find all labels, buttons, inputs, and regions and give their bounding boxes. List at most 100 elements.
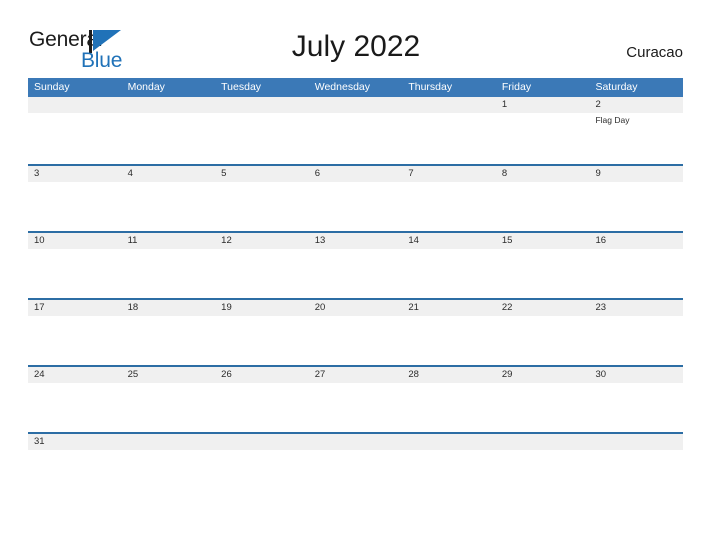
day-cell[interactable] [496, 182, 590, 233]
day-number[interactable]: 15 [496, 233, 590, 249]
calendar-week-row: 31 [28, 432, 683, 501]
day-number[interactable]: 9 [589, 166, 683, 182]
day-number[interactable]: 19 [215, 300, 309, 316]
day-cell[interactable] [215, 113, 309, 164]
day-number[interactable]: 18 [122, 300, 216, 316]
day-number-empty [589, 434, 683, 450]
day-cell[interactable] [122, 450, 216, 501]
day-number[interactable]: 1 [496, 97, 590, 113]
day-cell[interactable] [309, 316, 403, 367]
day-cell[interactable] [589, 383, 683, 434]
calendar-week-row: 24 25 26 27 28 29 30 [28, 365, 683, 434]
page-header: General Blue July 2022 Curacao [0, 0, 712, 78]
day-cell[interactable] [28, 182, 122, 233]
day-cell[interactable] [402, 113, 496, 164]
day-number[interactable]: 29 [496, 367, 590, 383]
weekday-header-sunday: Sunday [34, 81, 70, 93]
day-number[interactable]: 8 [496, 166, 590, 182]
day-number[interactable]: 2 [589, 97, 683, 113]
day-cell[interactable] [402, 249, 496, 300]
day-cell[interactable] [589, 450, 683, 501]
day-cell[interactable] [215, 450, 309, 501]
region-label: Curacao [626, 44, 683, 61]
day-number[interactable]: 26 [215, 367, 309, 383]
day-number-band: 24 25 26 27 28 29 30 [28, 367, 683, 383]
day-event-band [28, 316, 683, 367]
day-number[interactable]: 13 [309, 233, 403, 249]
day-number[interactable]: 5 [215, 166, 309, 182]
day-cell[interactable] [122, 383, 216, 434]
day-number[interactable]: 7 [402, 166, 496, 182]
day-number-empty [402, 97, 496, 113]
page-title: July 2022 [291, 30, 421, 63]
day-number[interactable]: 14 [402, 233, 496, 249]
day-number[interactable]: 20 [309, 300, 403, 316]
calendar-grid: Sunday Monday Tuesday Wednesday Thursday… [28, 78, 683, 501]
calendar-weeks: 1 2 Flag Day 3 4 5 6 7 8 9 10 11 12 13 14 15 16 17 18 19 20 2… [28, 97, 683, 501]
day-cell[interactable]: Flag Day [589, 113, 683, 164]
day-number[interactable]: 23 [589, 300, 683, 316]
day-number[interactable]: 28 [402, 367, 496, 383]
day-cell[interactable] [589, 182, 683, 233]
day-number[interactable]: 11 [122, 233, 216, 249]
day-cell[interactable] [496, 450, 590, 501]
day-number[interactable]: 4 [122, 166, 216, 182]
day-cell[interactable] [122, 113, 216, 164]
day-number-empty [309, 434, 403, 450]
day-number-empty [215, 97, 309, 113]
day-number-band: 3456789 [28, 166, 683, 182]
day-cell[interactable] [28, 383, 122, 434]
day-cell[interactable] [122, 182, 216, 233]
day-cell[interactable] [309, 450, 403, 501]
day-cell[interactable] [402, 182, 496, 233]
day-number[interactable]: 25 [122, 367, 216, 383]
day-cell[interactable] [402, 383, 496, 434]
day-cell[interactable] [402, 450, 496, 501]
day-number-empty [215, 434, 309, 450]
day-number[interactable]: 30 [589, 367, 683, 383]
day-cell[interactable] [589, 316, 683, 367]
day-number[interactable]: 10 [28, 233, 122, 249]
day-number[interactable]: 12 [215, 233, 309, 249]
day-number[interactable]: 17 [28, 300, 122, 316]
day-number-band: 10 11 12 13 14 15 16 [28, 233, 683, 249]
day-number[interactable]: 27 [309, 367, 403, 383]
day-number-empty [496, 434, 590, 450]
day-number[interactable]: 16 [589, 233, 683, 249]
day-number[interactable]: 31 [28, 434, 122, 450]
day-cell[interactable] [589, 249, 683, 300]
day-number-empty [402, 434, 496, 450]
day-number-empty [122, 97, 216, 113]
holiday-event-label: Flag Day [595, 115, 630, 125]
day-cell[interactable] [309, 249, 403, 300]
day-cell[interactable] [215, 383, 309, 434]
day-number[interactable]: 3 [28, 166, 122, 182]
day-cell[interactable] [309, 182, 403, 233]
calendar-week-row: 3456789 [28, 164, 683, 233]
day-cell[interactable] [28, 450, 122, 501]
day-cell[interactable] [496, 113, 590, 164]
day-cell[interactable] [402, 316, 496, 367]
day-cell[interactable] [309, 113, 403, 164]
day-number[interactable]: 24 [28, 367, 122, 383]
calendar-week-row: 10 11 12 13 14 15 16 [28, 231, 683, 300]
day-cell[interactable] [309, 383, 403, 434]
day-number[interactable]: 21 [402, 300, 496, 316]
day-cell[interactable] [28, 316, 122, 367]
day-cell[interactable] [122, 316, 216, 367]
day-cell[interactable] [215, 249, 309, 300]
day-number[interactable]: 22 [496, 300, 590, 316]
day-cell[interactable] [122, 249, 216, 300]
weekday-header-friday: Friday [501, 81, 532, 93]
day-cell[interactable] [215, 182, 309, 233]
day-cell[interactable] [28, 113, 122, 164]
day-cell[interactable] [496, 249, 590, 300]
day-cell[interactable] [496, 383, 590, 434]
calendar-page: General Blue July 2022 Curacao Sunday Mo… [0, 0, 712, 550]
day-number[interactable]: 6 [309, 166, 403, 182]
day-cell[interactable] [28, 249, 122, 300]
calendar-week-row: 17 18 19 20 21 22 23 [28, 298, 683, 367]
weekday-header-saturday: Saturday [595, 81, 638, 93]
day-cell[interactable] [215, 316, 309, 367]
day-cell[interactable] [496, 316, 590, 367]
